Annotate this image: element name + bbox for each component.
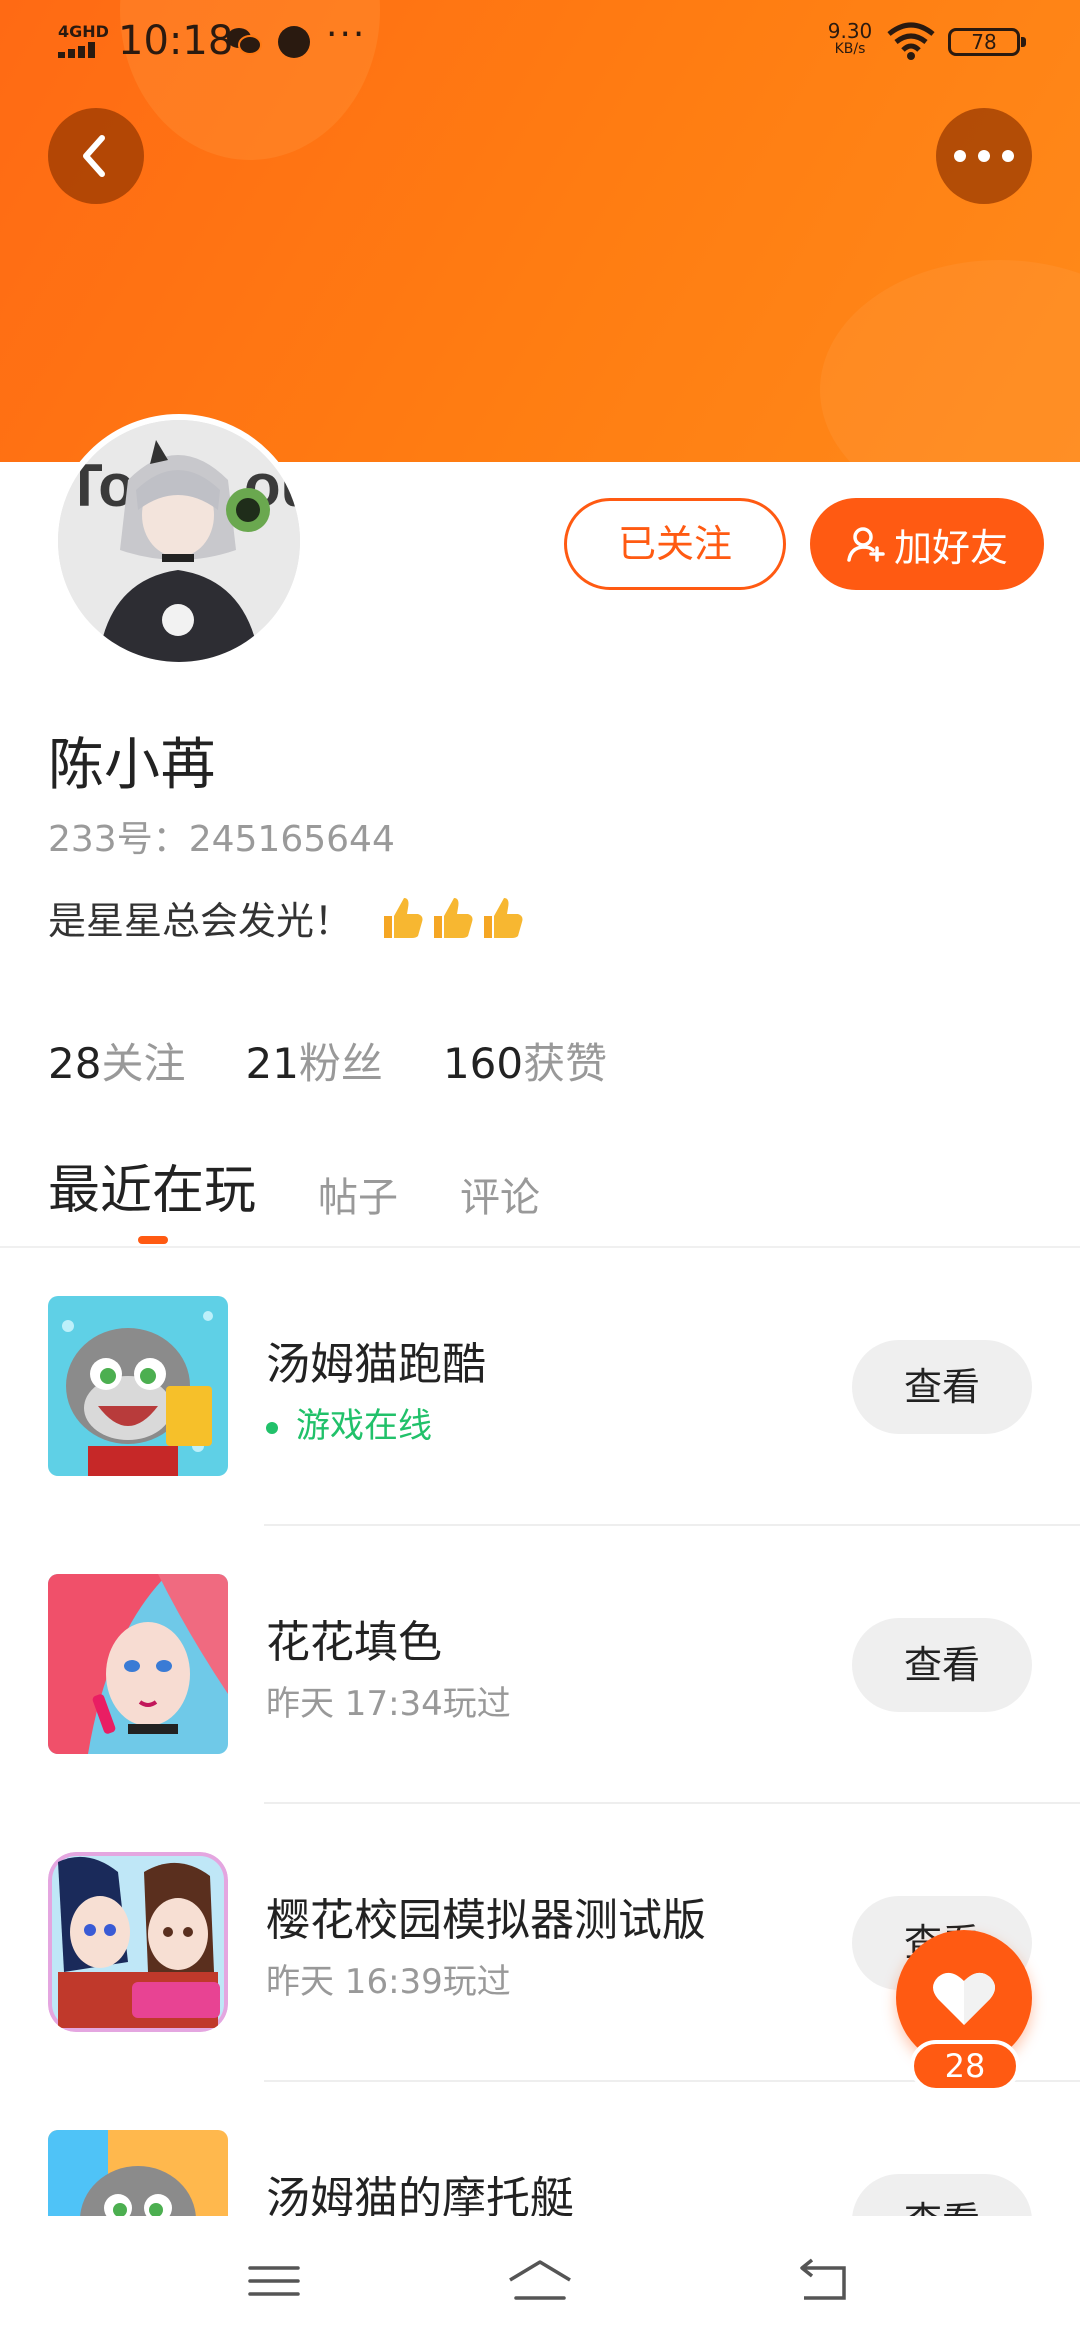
game-icon-sakura-school bbox=[48, 1852, 228, 2032]
avatar[interactable]: To ou bbox=[52, 414, 306, 668]
online-dot-icon bbox=[266, 1421, 278, 1434]
clock: 10:18 bbox=[118, 18, 234, 64]
add-user-icon bbox=[847, 527, 885, 562]
tab-posts[interactable]: 帖子 bbox=[318, 1165, 398, 1223]
game-icon-tom-run bbox=[48, 1296, 228, 1476]
game-icon-flower-coloring bbox=[48, 1574, 228, 1754]
game-last-played: 昨天 16:39玩过 bbox=[266, 1962, 511, 2002]
svg-text:To: To bbox=[66, 452, 135, 519]
list-item[interactable]: 花花填色 昨天 17:34玩过 查看 bbox=[0, 1526, 1080, 1804]
wifi-icon bbox=[887, 22, 935, 60]
heart-icon bbox=[933, 1972, 995, 2025]
chevron-left-icon bbox=[83, 135, 105, 177]
stat-likes[interactable]: 160获赞 bbox=[443, 1030, 607, 1091]
view-button[interactable]: 查看 bbox=[852, 1340, 1032, 1434]
more-notifications-icon: ··· bbox=[326, 14, 367, 55]
stat-fans[interactable]: 21粉丝 bbox=[245, 1030, 382, 1091]
add-friend-label: 加好友 bbox=[893, 525, 1008, 570]
stat-following[interactable]: 28关注 bbox=[48, 1030, 185, 1091]
signal-icon bbox=[58, 42, 108, 58]
active-tab-indicator bbox=[138, 1236, 168, 1244]
tab-comments[interactable]: 评论 bbox=[460, 1165, 540, 1223]
profile-uid: 233号：245165644 bbox=[48, 819, 395, 860]
profile-bio: 是星星总会发光！ bbox=[48, 890, 526, 945]
view-button[interactable]: 查看 bbox=[852, 1618, 1032, 1712]
status-bar: 4GHD 10:18 ··· 9.30 KB/s 78 bbox=[0, 0, 1080, 84]
back-nav-icon[interactable] bbox=[794, 2256, 854, 2306]
thumbs-up-emojis bbox=[378, 894, 526, 942]
menu-icon[interactable] bbox=[244, 2256, 304, 2306]
profile-stats: 28关注 21粉丝 160获赞 bbox=[48, 1030, 607, 1091]
bio-text: 是星星总会发光！ bbox=[48, 899, 353, 943]
add-friend-button[interactable]: 加好友 bbox=[810, 498, 1044, 590]
followed-button[interactable]: 已关注 bbox=[564, 498, 786, 590]
wechat-icon bbox=[227, 28, 262, 55]
back-button[interactable] bbox=[48, 108, 144, 204]
system-nav-bar bbox=[0, 2216, 1080, 2340]
game-icon-tom-jetski bbox=[48, 2130, 228, 2216]
profile-tabs: 最近在玩 帖子 评论 bbox=[48, 1148, 540, 1223]
thumbs-up-icon bbox=[484, 897, 523, 938]
like-count-badge: 28 bbox=[910, 2040, 1020, 2092]
game-title: 花花填色 bbox=[266, 1617, 442, 1668]
battery-icon: 78 bbox=[948, 28, 1026, 56]
network-label: 4GHD bbox=[58, 22, 109, 41]
game-title: 樱花校园模拟器测试版 bbox=[266, 1895, 706, 1946]
tab-recently-played[interactable]: 最近在玩 bbox=[48, 1148, 256, 1223]
game-last-played: 昨天 17:34玩过 bbox=[266, 1684, 511, 1724]
view-button[interactable]: 查看 bbox=[852, 2174, 1032, 2216]
more-dots-icon bbox=[954, 150, 1014, 162]
list-item[interactable]: 汤姆猫的摩托艇 查看 bbox=[0, 2082, 1080, 2216]
app-notification-icon bbox=[278, 26, 310, 58]
list-item[interactable]: 汤姆猫跑酷 游戏在线 查看 bbox=[0, 1248, 1080, 1526]
thumbs-up-icon bbox=[384, 897, 423, 938]
more-options-button[interactable] bbox=[936, 108, 1032, 204]
game-status: 游戏在线 bbox=[266, 1398, 432, 1447]
game-title: 汤姆猫的摩托艇 bbox=[266, 2173, 574, 2216]
profile-name: 陈小苒 bbox=[48, 733, 216, 798]
network-speed: 9.30 KB/s bbox=[827, 19, 873, 57]
decor-blob bbox=[820, 260, 1080, 462]
home-icon[interactable] bbox=[506, 2256, 574, 2306]
game-title: 汤姆猫跑酷 bbox=[266, 1339, 486, 1390]
thumbs-up-icon bbox=[434, 897, 473, 938]
avatar-image: To ou bbox=[58, 420, 300, 662]
